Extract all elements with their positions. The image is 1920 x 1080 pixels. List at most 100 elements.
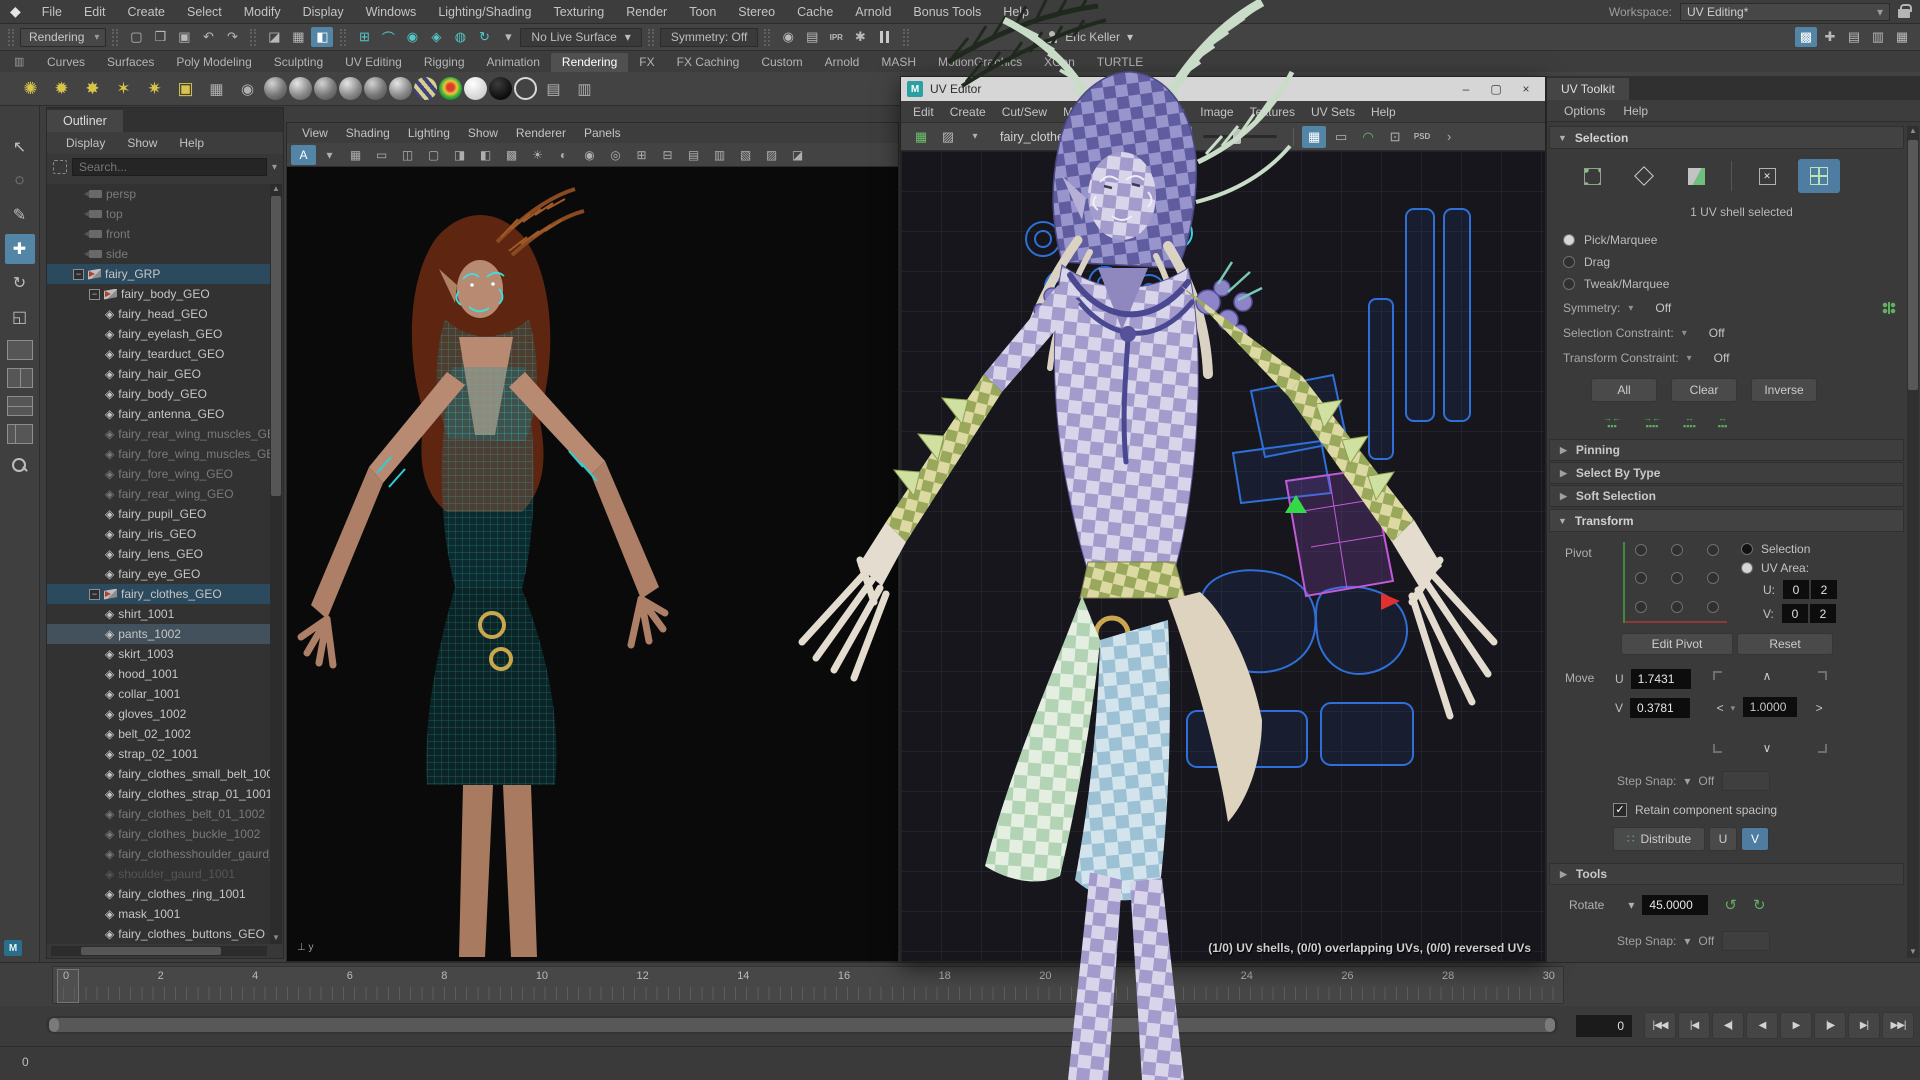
retain-spacing-row[interactable]: ✓ Retain component spacing [1547,793,1906,819]
rotate-step-snap-field[interactable] [1722,931,1770,951]
image-display-icon[interactable]: ▣ [1168,126,1192,148]
render-settings-icon[interactable]: ✱ [849,27,871,47]
toolbar-grip[interactable] [112,29,118,46]
pause-button[interactable] [880,31,889,43]
toolbar-grip[interactable] [340,29,346,46]
user-account-menu[interactable]: Eric Keller ▾ [1045,30,1133,44]
shading-map-icon[interactable] [514,77,537,100]
outliner-row[interactable]: fairy_iris_GEO [47,524,270,544]
collapsed-section-header[interactable]: ▶Pinning [1549,439,1904,461]
command-line[interactable]: 0 [0,1046,1920,1080]
selection-mode-radio[interactable]: Tweak/Marquee [1547,273,1906,295]
shelf-tab[interactable]: MASH [870,53,927,72]
toon-material-icon[interactable] [389,77,412,100]
checker-tile-icon[interactable]: ▦ [1302,126,1326,148]
render-view-icon[interactable]: ◉ [777,27,799,47]
shelf-tab[interactable]: FX Caching [666,53,751,72]
menu-item[interactable]: File [31,5,73,19]
move-right-button[interactable]: > [1816,701,1823,715]
distribute-v-button[interactable]: V [1741,827,1769,851]
expand-box[interactable]: − [89,589,100,600]
rotate-angle-field[interactable]: 45.0000 [1642,895,1708,915]
distribute-button[interactable]: ∷Distribute [1613,827,1705,851]
hypershade-icon[interactable]: ▤ [539,74,568,103]
transform-constraint-row[interactable]: Transform Constraint:▾ Off [1547,345,1906,370]
modeling-toolkit-icon[interactable]: ▩ [1795,27,1817,47]
menu-set-select[interactable]: Rendering▾ [20,28,106,47]
viewport-toolbar-icon[interactable]: ◪ [785,145,810,165]
outliner-horizontal-scrollbar[interactable] [51,946,267,956]
spot-light-icon[interactable]: ✸ [78,74,107,103]
channel-box-icon[interactable]: ▦ [1891,27,1913,47]
perspective-viewport[interactable]: ViewShadingLightingShowRendererPanels A▾… [286,122,899,962]
lasso-tool[interactable]: ◌ [5,166,35,196]
section-header-tools[interactable]: ▶Tools [1549,863,1904,885]
outliner-row[interactable]: fairy_fore_wing_GEO [47,464,270,484]
outliner-row[interactable]: fairy_rear_wing_muscles_GEO [47,424,270,444]
outliner-filter-icon[interactable] [53,160,67,174]
uv-editor-menu-item[interactable]: Tools [1106,105,1150,119]
collapsed-section-header[interactable]: ▶Soft Selection [1549,485,1904,507]
shelf-tab[interactable]: Surfaces [96,53,165,72]
time-slider[interactable]: 024681012141618202224262830 [0,962,1920,1006]
shelf-tab[interactable]: Rigging [413,53,476,72]
surface-shader-icon[interactable] [464,77,487,100]
menu-item[interactable]: Lighting/Shading [427,5,542,19]
outliner-row[interactable]: − fairy_GRP [47,264,270,284]
step-forward-frame-button[interactable]: |▶ [1814,1012,1846,1039]
layout-single-pane[interactable] [7,340,33,360]
viewport-menu-item[interactable]: Panels [575,126,630,140]
viewport-toolbar-icon[interactable]: A [291,145,316,165]
render-current-frame-icon[interactable]: ▤ [801,27,823,47]
uv-editor-menu-item[interactable]: Create [942,105,994,119]
viewport-toolbar-icon[interactable]: ▢ [421,145,446,165]
point-light-icon[interactable]: ✺ [16,74,45,103]
uv-editor-titlebar[interactable]: M UV Editor – ▢ × [901,77,1545,101]
snap-to-point-icon[interactable]: ◉ [401,27,423,47]
outliner-row[interactable]: fairy_body_GEO [47,384,270,404]
step-forward-key-button[interactable]: ▶| [1848,1012,1880,1039]
viewport-menu-item[interactable]: Shading [337,126,399,140]
ramp-shader-icon[interactable] [439,77,462,100]
uv-editor-menu-item[interactable]: Image [1192,105,1241,119]
outliner-row[interactable]: fairy_eyelash_GEO [47,324,270,344]
light-box-icon[interactable]: ▣ [171,74,200,103]
grow-selection-icon[interactable]: ↔▪▪▪▪ [1683,414,1696,430]
light-linking-icon[interactable]: ◉ [233,74,262,103]
viewport-toolbar-icon[interactable]: ▭ [369,145,394,165]
phong-material-icon[interactable] [314,77,337,100]
undo-icon[interactable]: ↶ [197,27,219,47]
outliner-row[interactable]: fairy_eye_GEO [47,564,270,584]
outliner-row[interactable]: fairy_lens_GEO [47,544,270,564]
menu-item[interactable]: Toon [678,5,727,19]
layout-split-pane[interactable] [7,396,33,416]
outliner-row[interactable]: persp [47,184,270,204]
move-u-field[interactable]: 1.7431 [1631,669,1691,689]
outliner-row[interactable]: fairy_clothesshoulder_gaurd_ [47,844,270,864]
image-ratio-icon[interactable]: ▭ [1329,126,1353,148]
outliner-row[interactable]: skirt_1003 [47,644,270,664]
move-step-field[interactable]: 1.0000 [1743,697,1797,717]
vertex-selection-icon[interactable] [1571,159,1613,193]
shelf-tab[interactable]: MotionGraphics [927,53,1033,72]
camera-icon[interactable]: ▦ [202,74,231,103]
outliner-row[interactable]: belt_02_1002 [47,724,270,744]
outliner-row[interactable]: shirt_1001 [47,604,270,624]
select-by-component-icon[interactable]: ◧ [311,27,333,47]
uv-toolkit-tab[interactable]: UV Toolkit [1547,78,1629,100]
uv-area-v-field[interactable]: 0 [1782,604,1808,623]
shelf-tab[interactable]: Poly Modeling [165,53,262,72]
character-controls-icon[interactable]: ✚ [1819,27,1841,47]
pivot-uv-area-radio[interactable]: UV Area: [1741,561,1837,575]
viewport-toolbar-icon[interactable]: ⊟ [655,145,680,165]
shelf-tab[interactable]: Sculpting [263,53,334,72]
outliner-tab[interactable]: Outliner [47,110,123,132]
rgb-channels-icon[interactable]: RGB [1147,128,1165,146]
toolbar-grip[interactable] [250,29,256,46]
outliner-row[interactable]: side [47,244,270,264]
tool-settings-icon[interactable]: ▥ [1867,27,1889,47]
workspace-select[interactable]: UV Editing* ▾ [1680,3,1890,21]
play-forwards-button[interactable]: ▶ [1780,1012,1812,1039]
uv-toolkit-scrollbar[interactable]: ▲▼ [1907,126,1919,958]
texture-checker-icon[interactable]: ▦ [909,126,933,148]
